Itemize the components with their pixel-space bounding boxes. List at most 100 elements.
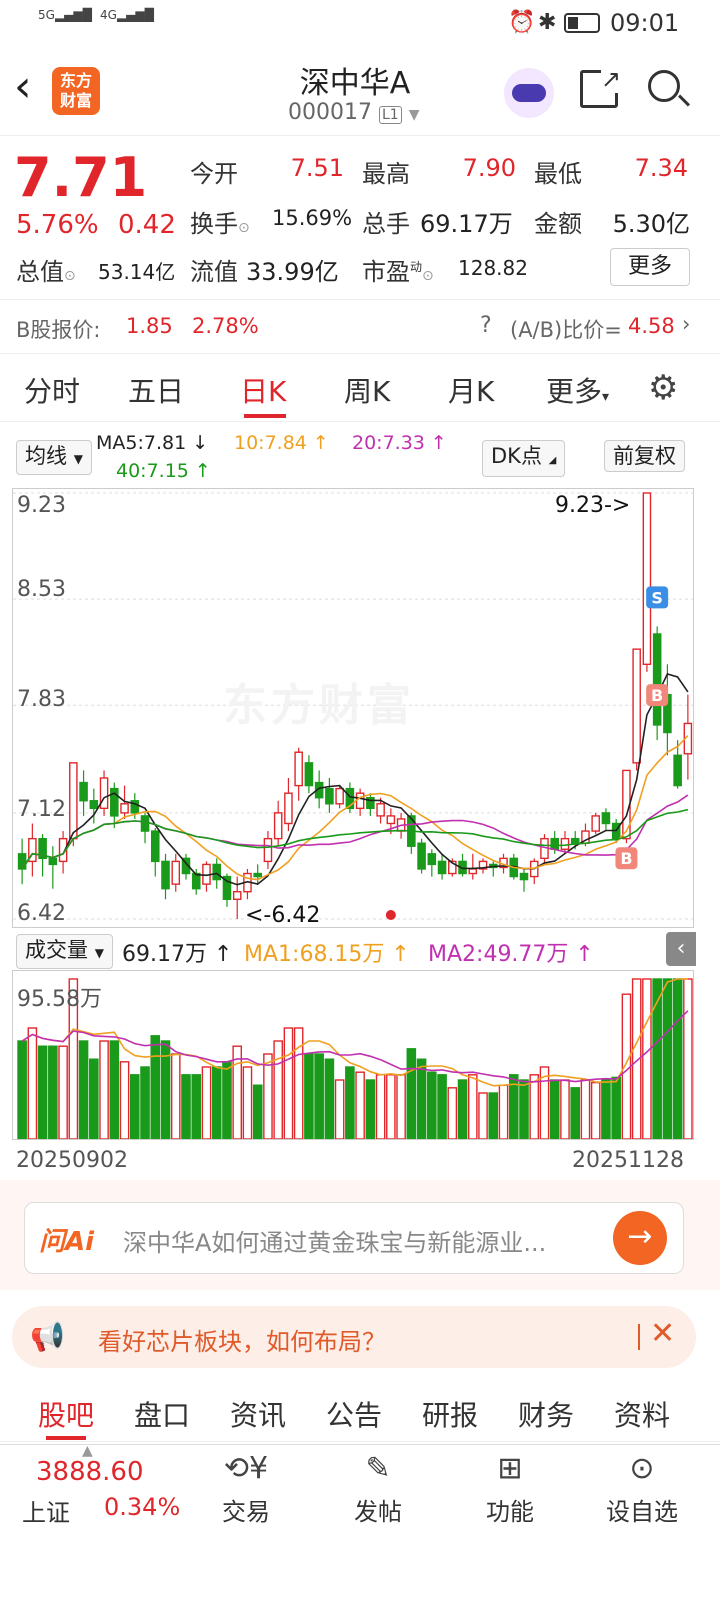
volume-bar	[365, 1079, 376, 1139]
volume-bar	[222, 1061, 232, 1139]
tab-research[interactable]: 研报	[422, 1394, 478, 1434]
tab-intraday[interactable]: 分时	[24, 370, 80, 410]
index-ticker[interactable]: ▲ 3888.60 上证 0.34%	[0, 1443, 180, 1555]
volume-bar	[170, 1053, 181, 1139]
ma-legend: 均线 ▼ MA5:7.81 ↓ 10:7.84 ↑ 20:7.33 ↑ 40:7…	[0, 432, 720, 488]
pe-label[interactable]: 市盈动⊙	[362, 252, 434, 287]
volume-bar	[109, 1040, 120, 1139]
close-icon[interactable]: ✕	[650, 1316, 675, 1351]
stock-name: 深中华A	[299, 66, 411, 101]
eastmoney-logo[interactable]: 东方 财富	[52, 67, 100, 115]
share-icon[interactable]: ↗	[580, 65, 621, 108]
nav-trade[interactable]: ⟲¥ 交易	[206, 1451, 286, 1527]
nav-post[interactable]: ✎ 发帖	[338, 1451, 418, 1527]
volume-bar	[191, 1074, 202, 1139]
indicator-selector[interactable]: 均线 ▼	[16, 440, 92, 475]
nav-function[interactable]: ⊞ 功能	[470, 1451, 550, 1527]
divider	[638, 1324, 640, 1350]
tab-monthly-k[interactable]: 月K	[448, 370, 494, 410]
volume-bar	[37, 1045, 48, 1139]
arrow-right-icon[interactable]: →	[613, 1211, 667, 1265]
volume-bar	[467, 1074, 478, 1139]
volume-bar	[17, 1040, 27, 1139]
candle-body	[601, 812, 611, 825]
tab-five-day[interactable]: 五日	[128, 370, 184, 410]
tab-weekly-k[interactable]: 周K	[344, 370, 390, 410]
change-value: 0.42	[118, 210, 176, 240]
volume-bar	[396, 1074, 406, 1139]
gear-icon[interactable]: ⚙	[648, 368, 678, 408]
ma10-value: 10:7.84 ↑	[234, 432, 329, 454]
ai-robot-icon[interactable]	[504, 68, 554, 118]
volume-bar	[457, 1079, 468, 1139]
kline-chart[interactable]: B B S 东方财富 9.23 8.53 7.83 7.12 6.42 9.23->…	[12, 488, 694, 928]
candle-body	[325, 787, 334, 805]
candle-body	[263, 837, 273, 863]
stock-header: ‹ 东方 财富 深中华A 000017 L1 ▼ ↗	[0, 48, 720, 136]
volume-bar	[560, 1079, 570, 1139]
total-cap-label[interactable]: 总值⊙	[16, 252, 76, 287]
tab-daily-k[interactable]: 日K	[240, 370, 286, 410]
tab-more[interactable]: 更多▾	[546, 370, 609, 410]
search-icon[interactable]	[648, 70, 691, 107]
y-label-max: 9.23	[17, 493, 66, 518]
edit-icon: ✎	[365, 1451, 391, 1486]
ai-question-box[interactable]: 问Ai 深中华A如何通过黄金珠宝与新能源业... →	[24, 1202, 684, 1274]
tab-finance[interactable]: 财务	[518, 1394, 574, 1434]
low-label: 最低	[534, 160, 582, 188]
turnover-value: 15.69%	[272, 206, 353, 230]
tab-profile[interactable]: 资料	[614, 1394, 670, 1434]
trade-marker-B: B	[615, 847, 638, 870]
y-label-3: 7.83	[17, 687, 66, 712]
volume-chart[interactable]: 95.58万	[12, 970, 694, 1140]
megaphone-icon: 📢	[30, 1320, 65, 1353]
candle-body	[304, 762, 314, 787]
ma20-value: 20:7.33 ↑	[352, 432, 447, 454]
nav-watchlist[interactable]: ⊙ 设自选	[596, 1451, 688, 1527]
candle-body	[376, 803, 385, 817]
ma40-value: 40:7.15 ↑	[116, 460, 211, 482]
trade-marker-B: B	[646, 684, 669, 707]
volume-bar	[48, 1045, 58, 1139]
tab-pankou[interactable]: 盘口	[134, 1394, 190, 1434]
candle-body	[284, 792, 293, 825]
trade-icon: ⟲¥	[223, 1451, 269, 1486]
tab-news[interactable]: 资讯	[230, 1394, 286, 1434]
clock: 09:01	[610, 9, 680, 37]
candle-body	[550, 837, 560, 850]
tab-announcements[interactable]: 公告	[326, 1394, 382, 1434]
back-icon[interactable]: ‹	[14, 62, 32, 112]
candle-body	[69, 762, 78, 840]
nav-trade-label: 交易	[222, 1498, 270, 1526]
turnover-label[interactable]: 换手⊙	[190, 204, 250, 239]
collapse-icon[interactable]: ‹	[666, 932, 696, 966]
grid-icon: ⊞	[497, 1451, 523, 1486]
high-label: 最高	[362, 160, 410, 188]
adjust-button[interactable]: 前复权	[604, 440, 685, 472]
more-button[interactable]: 更多	[610, 248, 690, 286]
more-dots-icon: ⊙	[629, 1451, 655, 1486]
notice-text: 看好芯片板块，如何布局？	[98, 1328, 386, 1356]
svg-text:B: B	[620, 849, 632, 868]
volume-bar	[129, 1074, 140, 1139]
volume-bar	[273, 1040, 283, 1139]
b-share-row[interactable]: B股报价: 1.85 2.78% ? (A/B)比价= 4.58 ›	[0, 300, 720, 354]
ab-ratio-label: (A/B)比价=	[510, 318, 622, 342]
status-bar: 5G▂▄▆█ 4G▂▄▆█ ⏰ ✱ 09:01	[0, 0, 720, 48]
volume-selector[interactable]: 成交量 ▼	[16, 934, 113, 969]
content-tabs: 股吧 盘口 资讯 公告 研报 财务 资料	[0, 1384, 720, 1442]
tab-guba[interactable]: 股吧	[38, 1394, 94, 1434]
candle-body	[79, 781, 88, 802]
stock-code[interactable]: 000017 L1 ▼	[288, 100, 419, 125]
volume-bar	[437, 1074, 447, 1139]
candle-body	[570, 837, 580, 844]
dk-point-button[interactable]: DK点 ◢	[482, 440, 566, 477]
date-start: 20250902	[16, 1148, 128, 1173]
volume-bar	[58, 1045, 68, 1139]
candle-body	[632, 648, 641, 764]
notice-banner[interactable]: 📢 看好芯片板块，如何布局？ ✕	[12, 1306, 696, 1368]
candle-body	[212, 863, 222, 881]
float-cap-label: 流值	[190, 258, 238, 286]
signal-icon: 5G▂▄▆█	[38, 8, 92, 22]
volume-bar	[140, 1066, 150, 1139]
